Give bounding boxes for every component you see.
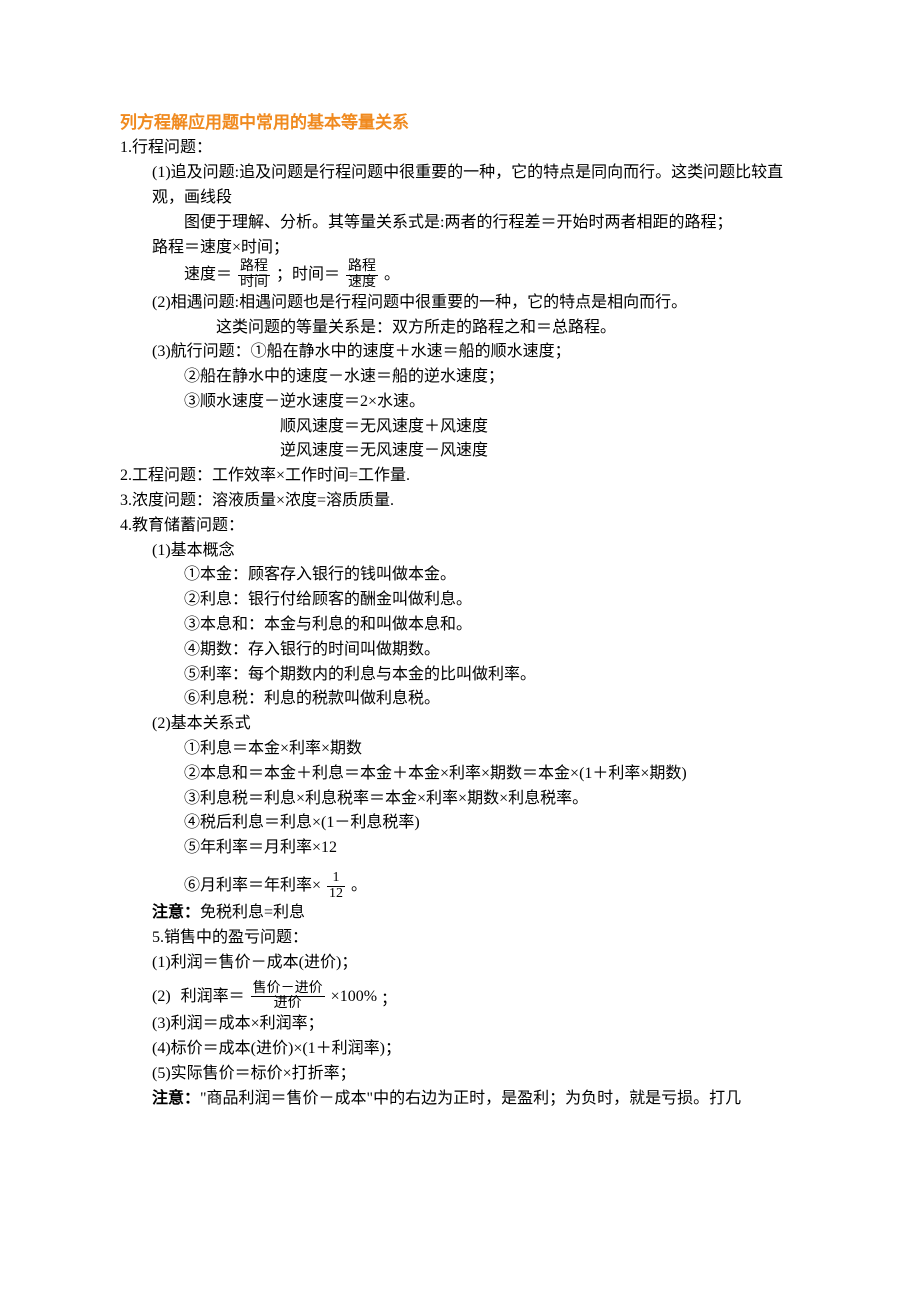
- sec4-b: (2)基本关系式: [120, 712, 800, 737]
- sec4-a4: ④期数：存入银行的时间叫做期数。: [120, 638, 800, 663]
- sec5-p2: (2) 利润率＝ 售价－进价 进价 ×100% ；: [120, 982, 800, 1012]
- sec5-p2-tail: ×100%: [331, 988, 377, 1005]
- sec1-3d: 顺风速度＝无风速度＋风速度: [120, 415, 800, 440]
- sec1-1d: 速度＝ 路程 时间 ；时间＝ 路程 速度 。: [120, 260, 800, 290]
- sec1-2b: 这类问题的等量关系是：双方所走的路程之和＝总路程。: [120, 316, 800, 341]
- sec5-p5: (5)实际售价＝标价×打折率；: [120, 1062, 800, 1087]
- sec1-2a: (2)相遇问题:相遇问题也是行程问题中很重要的一种，它的特点是相向而行。: [120, 291, 800, 316]
- sec5-p2-pre: (2): [152, 988, 171, 1005]
- sec1-1d-end: 。: [384, 266, 400, 283]
- sec5-note-text: "商品利润＝售价－成本"中的右边为正时，是盈利；为负时，就是亏损。打几: [200, 1090, 741, 1107]
- sec1-3b: ②船在静水中的速度－水速＝船的逆水速度；: [120, 365, 800, 390]
- sec1-1c: 路程＝速度×时间；: [120, 236, 800, 261]
- frac-den: 进价: [251, 997, 325, 1012]
- section-5-heading: 5.销售中的盈亏问题：: [120, 926, 800, 951]
- sec1-3e: 逆风速度＝无风速度－风速度: [120, 439, 800, 464]
- sec1-1b: 图便于理解、分析。其等量关系式是:两者的行程差＝开始时两者相距的路程；: [120, 211, 800, 236]
- fraction-distance-speed: 路程 速度: [344, 260, 380, 290]
- note-label: 注意：: [152, 1090, 200, 1107]
- profit-rate-formula: 利润率＝ 售价－进价 进价 ×100%: [181, 982, 377, 1012]
- sec5-p2-end: ；: [381, 990, 397, 1007]
- frac-num: 1: [327, 871, 345, 887]
- sec4-a: (1)基本概念: [120, 539, 800, 564]
- sec4-note: 注意：免税利息=利息: [120, 901, 800, 926]
- sec4-a6: ⑥利息税：利息的税款叫做利息税。: [120, 687, 800, 712]
- frac-den: 12: [327, 887, 345, 902]
- sec4-a5: ⑤利率：每个期数内的利息与本金的比叫做利率。: [120, 663, 800, 688]
- section-2: 2.工程问题：工作效率×工作时间=工作量.: [120, 464, 800, 489]
- document-title: 列方程解应用题中常用的基本等量关系: [120, 110, 800, 136]
- frac-den: 速度: [346, 276, 378, 291]
- note-label: 注意：: [152, 904, 200, 921]
- sec5-p4: (4)标价＝成本(进价)×(1＋利润率)；: [120, 1037, 800, 1062]
- section-1-heading: 1.行程问题：: [120, 136, 800, 161]
- sec4-b3: ③利息税＝利息×利息税率＝本金×利率×期数×利息税率。: [120, 787, 800, 812]
- fraction-distance-time: 路程 时间: [236, 260, 272, 290]
- frac-num: 路程: [238, 260, 270, 276]
- sec5-p2-lhs: 利润率＝: [181, 988, 245, 1005]
- sec4-a3: ③本息和：本金与利息的和叫做本息和。: [120, 613, 800, 638]
- sec4-b6-end: 。: [351, 877, 367, 894]
- sec4-a2: ②利息：银行付给顾客的酬金叫做利息。: [120, 588, 800, 613]
- sec4-b6: ⑥月利率＝年利率× 1 12 。: [120, 871, 800, 901]
- sec4-b4: ④税后利息＝利息×(1－利息税率): [120, 811, 800, 836]
- sec1-1a-text: (1)追及问题:追及问题是行程问题中很重要的一种，它的特点是同向而行。这类问题比…: [152, 161, 800, 211]
- sec1-1d-pre: 速度＝: [184, 266, 232, 283]
- sec1-1d-mid: ；时间＝: [276, 266, 340, 283]
- sec4-b1: ①利息＝本金×利率×期数: [120, 737, 800, 762]
- sec5-p3: (3)利润＝成本×利润率；: [120, 1012, 800, 1037]
- sec1-1a: (1)追及问题:追及问题是行程问题中很重要的一种，它的特点是同向而行。这类问题比…: [120, 161, 800, 211]
- fraction-profit-rate: 售价－进价 进价: [249, 982, 327, 1012]
- section-3: 3.浓度问题：溶液质量×浓度=溶质质量.: [120, 489, 800, 514]
- sec4-a1: ①本金：顾客存入银行的钱叫做本金。: [120, 563, 800, 588]
- sec1-3c: ③顺水速度－逆水速度＝2×水速。: [120, 390, 800, 415]
- fraction-one-twelve: 1 12: [325, 871, 347, 901]
- sec1-3a: (3)航行问题：①船在静水中的速度＋水速＝船的顺水速度；: [120, 340, 800, 365]
- document-page: 列方程解应用题中常用的基本等量关系 1.行程问题： (1)追及问题:追及问题是行…: [0, 0, 920, 1302]
- sec4-b2: ②本息和＝本金＋利息＝本金＋本金×利率×期数＝本金×(1＋利率×期数): [120, 762, 800, 787]
- sec5-p1: (1)利润＝售价－成本(进价)；: [120, 951, 800, 976]
- sec5-note: 注意："商品利润＝售价－成本"中的右边为正时，是盈利；为负时，就是亏损。打几: [120, 1087, 800, 1112]
- sec4-b5: ⑤年利率＝月利率×12: [120, 836, 800, 861]
- frac-num: 路程: [346, 260, 378, 276]
- section-4-heading: 4.教育储蓄问题：: [120, 514, 800, 539]
- sec4-note-text: 免税利息=利息: [200, 904, 305, 921]
- sec4-b6-pre: ⑥月利率＝年利率×: [184, 877, 321, 894]
- frac-den: 时间: [238, 276, 270, 291]
